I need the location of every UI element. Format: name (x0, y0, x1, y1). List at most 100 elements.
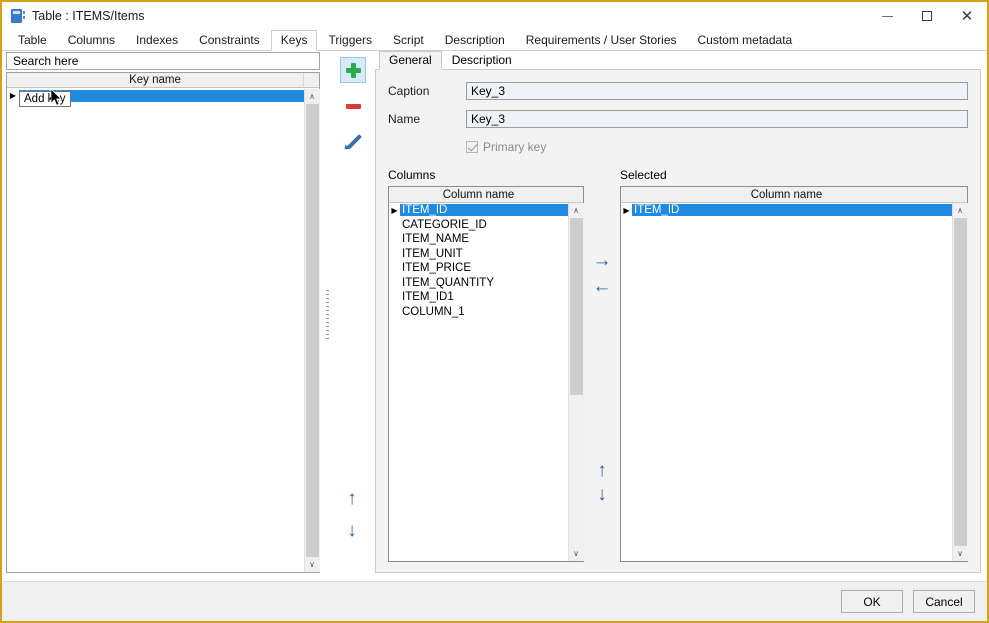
search-box[interactable] (6, 52, 320, 70)
list-item[interactable]: ITEM_UNIT (389, 247, 568, 262)
keys-grid-rows: ▶ Key_3 (7, 88, 319, 572)
list-item[interactable]: ITEM_PRICE (389, 261, 568, 276)
close-icon: ✕ (960, 7, 974, 25)
row-marker-icon: ▶ (623, 205, 630, 215)
dialog-body: Key name ▶ Key_3 ∧ ∨ (2, 51, 987, 581)
selected-list-scrollbar[interactable]: ∧ ∨ (952, 203, 968, 561)
selected-title: Selected (620, 168, 667, 182)
list-item[interactable]: ITEM_QUANTITY (389, 276, 568, 291)
transfer-controls: → ← ↑ ↓ (584, 186, 620, 562)
tab-requirements-user-stories[interactable]: Requirements / User Stories (516, 30, 687, 51)
column-name-cell: ITEM_UNIT (402, 247, 463, 260)
list-item[interactable]: ITEM_ID1 (389, 290, 568, 305)
scroll-track[interactable] (952, 218, 968, 546)
table-icon (9, 8, 25, 24)
pencil-icon (342, 133, 362, 152)
tab-script[interactable]: Script (383, 30, 434, 51)
scroll-track[interactable] (304, 104, 320, 557)
window-controls: ✕ (867, 2, 987, 30)
plus-icon (345, 62, 361, 78)
tab-columns[interactable]: Columns (58, 30, 125, 51)
selected-columns-list: Column name ▶ ITEM_ID ∧ ∨ (620, 186, 968, 562)
caption-label: Caption (388, 84, 430, 98)
move-left-button[interactable]: ← (589, 274, 615, 298)
panel-splitter[interactable] (324, 51, 331, 581)
list-item[interactable]: COLUMN_1 (389, 305, 568, 320)
keys-grid: Key name ▶ Key_3 ∧ ∨ (6, 72, 320, 573)
caption-row: Caption Key_3 (388, 82, 968, 100)
keys-list-panel: Key name ▶ Key_3 ∧ ∨ (2, 51, 324, 581)
scroll-up-icon[interactable]: ∧ (952, 203, 968, 218)
name-label: Name (388, 112, 421, 126)
column-header-available[interactable]: Column name (389, 187, 568, 203)
list-item[interactable]: CATEGORIE_ID (389, 218, 568, 233)
order-up-button[interactable]: ↑ (589, 458, 615, 482)
available-list-scrollbar[interactable]: ∧ ∨ (568, 203, 584, 561)
scroll-thumb[interactable] (569, 218, 583, 396)
column-name-cell: CATEGORIE_ID (402, 218, 487, 231)
splitter-grip-icon (326, 290, 329, 342)
available-list-rows: ▶ ITEM_ID CATEGORIE_ID ITEM_NAME ITEM_UN… (389, 203, 583, 561)
remove-key-button[interactable] (340, 93, 366, 119)
tab-key-description[interactable]: Description (442, 51, 522, 70)
column-name-cell: ITEM_QUANTITY (402, 276, 495, 289)
column-name-cell: ITEM_ID (400, 204, 568, 217)
title-bar: Table : ITEMS/Items ✕ (2, 2, 987, 30)
scroll-down-icon[interactable]: ∨ (952, 546, 968, 561)
add-key-button[interactable] (340, 57, 366, 83)
edit-key-button[interactable] (340, 129, 366, 155)
primary-key-row[interactable]: Primary key (466, 140, 968, 154)
order-down-button[interactable]: ↓ (589, 482, 615, 506)
column-name-cell: ITEM_NAME (402, 233, 470, 246)
column-name-cell: ITEM_ID1 (402, 291, 454, 304)
scroll-down-icon[interactable]: ∨ (568, 546, 584, 561)
list-item[interactable]: ITEM_NAME (389, 232, 568, 247)
tab-description[interactable]: Description (435, 30, 515, 51)
move-right-button[interactable]: → (589, 248, 615, 272)
tab-general[interactable]: General (379, 51, 442, 70)
caption-field[interactable]: Key_3 (466, 82, 968, 100)
search-input[interactable] (11, 53, 319, 69)
move-key-up-button[interactable]: ↑ (340, 486, 364, 510)
tab-custom-metadata[interactable]: Custom metadata (688, 30, 803, 51)
minimize-icon (881, 15, 893, 17)
move-key-down-button[interactable]: ↓ (340, 518, 364, 542)
column-header-key-name[interactable]: Key name (7, 73, 304, 88)
minus-icon (345, 103, 361, 109)
column-name-cell: COLUMN_1 (402, 305, 465, 318)
selected-list-rows: ▶ ITEM_ID (621, 203, 967, 561)
minimize-button[interactable] (867, 2, 907, 30)
tab-indexes[interactable]: Indexes (126, 30, 188, 51)
list-item[interactable]: ▶ ITEM_ID (389, 203, 568, 218)
column-header-selected[interactable]: Column name (621, 187, 952, 203)
key-actions-toolbar: ↑ ↓ (331, 51, 375, 581)
name-field[interactable]: Key_3 (466, 110, 968, 128)
key-order-controls: ↑ ↓ (340, 486, 364, 542)
keys-grid-header: Key name (7, 73, 319, 88)
keys-grid-scrollbar[interactable]: ∧ ∨ (304, 89, 320, 572)
primary-key-label: Primary key (483, 140, 547, 154)
scroll-down-icon[interactable]: ∨ (304, 557, 320, 572)
columns-title: Columns (388, 168, 436, 182)
tab-triggers[interactable]: Triggers (318, 30, 382, 51)
picker-titles: Columns Selected (388, 168, 968, 182)
row-marker-icon: ▶ (9, 91, 17, 100)
close-button[interactable]: ✕ (947, 2, 987, 30)
scroll-thumb[interactable] (953, 218, 967, 546)
scroll-track[interactable] (568, 218, 584, 546)
available-columns-list: Column name ▶ ITEM_ID CATEGORIE_ID ITEM_… (388, 186, 584, 562)
tab-keys[interactable]: Keys (270, 30, 318, 51)
primary-key-checkbox[interactable] (466, 141, 478, 153)
scroll-up-icon[interactable]: ∧ (568, 203, 584, 218)
scroll-thumb[interactable] (305, 104, 319, 557)
maximize-button[interactable] (907, 2, 947, 30)
tab-table[interactable]: Table (8, 30, 57, 51)
tab-constraints[interactable]: Constraints (189, 30, 270, 51)
scroll-up-icon[interactable]: ∧ (304, 89, 320, 104)
name-row: Name Key_3 (388, 110, 968, 128)
ok-button[interactable]: OK (841, 590, 903, 613)
list-item[interactable]: ▶ ITEM_ID (621, 203, 952, 218)
row-marker-icon: ▶ (391, 205, 398, 215)
columns-picker: Column name ▶ ITEM_ID CATEGORIE_ID ITEM_… (388, 186, 968, 562)
cancel-button[interactable]: Cancel (913, 590, 975, 613)
